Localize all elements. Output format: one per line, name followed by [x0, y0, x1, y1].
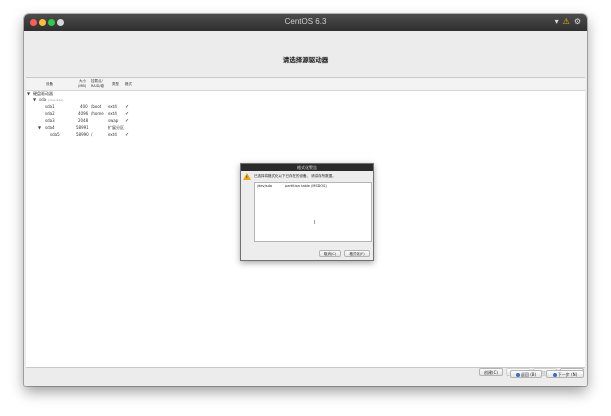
network-icon[interactable]: ▾	[555, 17, 559, 26]
dialog-title: 格式化警告	[241, 164, 373, 171]
back-button[interactable]: 返回 (B)	[510, 370, 542, 378]
table-row[interactable]: sda2 4096 /home ext4 ✓	[26, 111, 585, 117]
row-device: sda4	[45, 125, 55, 130]
format-check-icon: ✓	[125, 111, 130, 117]
row-type: ext4	[108, 132, 117, 137]
table-row[interactable]: sda1 400 /boot ext4 ✓	[26, 104, 585, 110]
gear-icon[interactable]: ⚙	[574, 17, 581, 26]
warning-mark-icon: !	[246, 175, 248, 179]
page-title: 请选择源驱动器	[282, 56, 329, 64]
header-mount-raid: RAID/卷	[91, 84, 105, 88]
list-item-desc: partition table (MSDOS)	[285, 184, 327, 188]
back-button-label: 返回 (B)	[520, 372, 537, 377]
title-bar[interactable]: CentOS 6.3 ▾ ⚠ ⚙	[24, 14, 587, 31]
row-mount: /boot	[91, 104, 102, 109]
header-device[interactable]: 设备	[46, 82, 53, 86]
row-size: 58991	[76, 125, 89, 130]
cancel-button[interactable]: 取消(C)	[319, 250, 341, 257]
warning-icon[interactable]: ⚠	[563, 17, 570, 26]
disk-row-sda[interactable]: ▼ sda (/dev/sda)	[26, 97, 585, 103]
header-mount[interactable]: 挂载点/	[91, 79, 103, 83]
format-check-icon: ✓	[125, 118, 130, 124]
header-type[interactable]: 类型	[112, 82, 119, 86]
window-title: CentOS 6.3	[284, 17, 327, 26]
row-size: 400	[80, 104, 88, 109]
list-item[interactable]: /dev/sda partition table (MSDOS)	[257, 184, 327, 188]
dialog-message: 已选择将格式化以下已存在的设备。 请讲存所数据。	[254, 174, 336, 178]
back-arrow-icon	[515, 373, 520, 377]
title-bar-tray: ▾ ⚠ ⚙	[555, 17, 581, 26]
format-check-icon: ✓	[125, 132, 130, 138]
header-size-unit: (MB)	[78, 84, 87, 88]
table-header: 设备 大小 (MB) 挂载点/ RAID/卷 类型 格式	[26, 78, 585, 91]
expander-down-icon[interactable]: ▼	[38, 125, 41, 131]
expander-down-icon[interactable]: ▼	[33, 97, 36, 103]
next-button-label: 下一步 (N)	[557, 372, 578, 377]
row-type: swap	[108, 118, 119, 123]
row-device: sda1	[45, 104, 55, 109]
table-row[interactable]: sda3 2048 swap ✓	[26, 118, 585, 124]
format-check-icon: ✓	[125, 104, 130, 110]
row-device: sda2	[45, 111, 55, 116]
format-warning-dialog: 格式化警告 ! 已选择将格式化以下已存在的设备。 请讲存所数据。 /dev/sd…	[240, 163, 374, 261]
row-type: 扩展分区	[108, 125, 124, 130]
row-size: 2048	[78, 118, 89, 123]
installer-window: CentOS 6.3 ▾ ⚠ ⚙ 请选择源驱动器 设备 大小 (MB) 挂载点/…	[24, 14, 587, 386]
header-format[interactable]: 格式	[125, 82, 132, 86]
header-size[interactable]: 大小	[79, 79, 86, 83]
create-button[interactable]: 创建(C)	[479, 368, 503, 376]
row-type: ext4	[108, 111, 117, 116]
disk-name: sda	[39, 97, 47, 102]
next-button[interactable]: 下一步 (N)	[546, 370, 584, 378]
table-row[interactable]: sda5 58990 / ext4 ✓	[26, 132, 585, 138]
disk-detail: (/dev/sda)	[48, 98, 64, 102]
table-row[interactable]: ▼ sda4 58991 扩展分区	[26, 125, 585, 131]
row-type: ext4	[108, 104, 117, 109]
row-mount: /	[91, 132, 93, 137]
row-device: sda3	[45, 118, 55, 123]
row-size: 58990	[76, 132, 89, 137]
row-size: 4096	[78, 111, 89, 116]
next-arrow-icon	[552, 373, 557, 377]
device-list[interactable]: /dev/sda partition table (MSDOS) I	[254, 182, 372, 242]
list-item-device: /dev/sda	[257, 184, 272, 188]
text-cursor-icon: I	[314, 220, 316, 226]
format-button[interactable]: 格式化(F)	[344, 250, 370, 257]
row-device: sda5	[50, 132, 60, 137]
row-mount: /home	[91, 111, 104, 116]
